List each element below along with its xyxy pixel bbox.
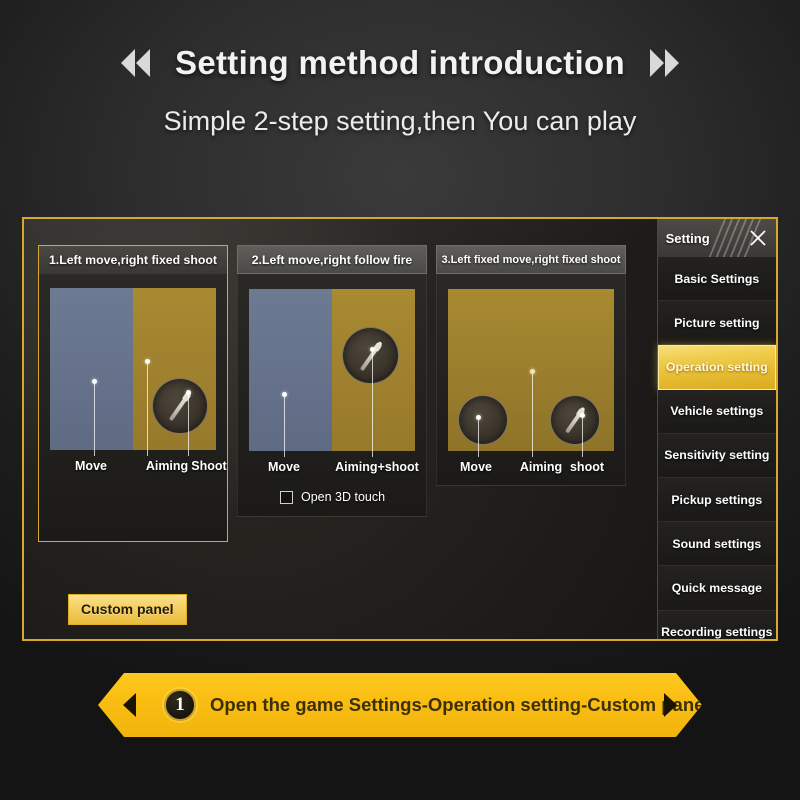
settings-sidebar: Setting Basic Settings Picture setting O…	[656, 219, 776, 639]
move-lead-line	[284, 397, 285, 457]
arrow-left-icon	[122, 692, 137, 718]
sidebar-item-sound-settings[interactable]: Sound settings	[657, 522, 776, 567]
aiming-lead-line	[147, 364, 148, 456]
move-lead-line	[478, 420, 479, 457]
card-1-label-aiming: Aiming	[145, 459, 189, 473]
settings-header-title: Setting	[665, 230, 710, 246]
card-3-body: Move Aiming shoot	[436, 274, 626, 486]
settings-header: Setting	[657, 219, 776, 257]
move-zone	[249, 289, 332, 451]
operation-mode-card-3[interactable]: 3.Left fixed move,right fixed shoot Move…	[436, 245, 626, 542]
page-title: Setting method introduction	[175, 44, 625, 81]
game-settings-panel: 1.Left move,right fixed shoot Move Aimin…	[22, 217, 778, 641]
aiming-shoot-joystick-icon	[342, 327, 399, 384]
aiming-shoot-lead-line	[372, 352, 373, 457]
sidebar-item-picture-setting[interactable]: Picture setting	[657, 301, 776, 346]
operation-mode-card-2[interactable]: 2.Left move,right follow fire Move Aimin…	[237, 245, 427, 542]
operation-mode-card-1[interactable]: 1.Left move,right fixed shoot Move Aimin…	[38, 245, 228, 542]
step-banner: 1 Open the game Settings-Operation setti…	[98, 673, 702, 737]
operation-mode-cards: 1.Left move,right fixed shoot Move Aimin…	[38, 245, 626, 542]
card-1-label-shoot: Shoot	[191, 459, 227, 473]
sidebar-item-recording-settings[interactable]: Recording settings	[657, 610, 776, 639]
double-chevron-left-icon	[121, 49, 151, 77]
open-3d-touch-label: Open 3D touch	[301, 490, 386, 504]
page-subtitle: Simple 2-step setting,then You can play	[163, 106, 637, 136]
arrow-right-icon	[663, 692, 678, 718]
sidebar-item-pickup-settings[interactable]: Pickup settings	[657, 477, 776, 523]
move-lead-line	[94, 384, 95, 456]
double-chevron-right-icon	[649, 49, 679, 77]
card-1-body: Move Aiming Shoot	[38, 274, 228, 542]
card-3-label-move: Move	[460, 460, 492, 474]
move-joystick-icon	[458, 395, 508, 445]
sidebar-item-quick-message[interactable]: Quick message	[657, 566, 776, 611]
card-1-title: 1.Left move,right fixed shoot	[38, 245, 228, 274]
page-header: Setting method introduction Simple 2-ste…	[0, 0, 800, 196]
step-banner-text: Open the game Settings-Operation setting…	[210, 694, 710, 715]
step-banner-wrap: 1 Open the game Settings-Operation setti…	[98, 673, 702, 737]
gun-icon	[359, 340, 382, 371]
shoot-joystick-icon	[550, 395, 600, 445]
custom-panel-button[interactable]: Custom panel	[68, 594, 187, 625]
open-3d-touch-row[interactable]: Open 3D touch	[280, 490, 385, 504]
card-2-screen-preview	[249, 289, 415, 451]
card-2-title: 2.Left move,right follow fire	[237, 245, 427, 274]
card-3-label-shoot: shoot	[569, 460, 605, 474]
card-3-title: 3.Left fixed move,right fixed shoot	[436, 245, 626, 274]
open-3d-touch-checkbox[interactable]	[280, 490, 293, 504]
title-row: Setting method introduction	[0, 0, 800, 82]
card-3-labels: Move Aiming shoot	[437, 460, 625, 474]
card-3-label-aiming: Aiming	[519, 460, 563, 474]
card-2-labels: Move Aiming+shoot	[238, 460, 426, 474]
card-1-labels: Move Aiming Shoot	[39, 459, 227, 473]
move-zone	[50, 288, 133, 450]
sidebar-item-basic-settings[interactable]: Basic Settings	[657, 257, 776, 302]
sidebar-item-vehicle-settings[interactable]: Vehicle settings	[657, 389, 776, 434]
step-number-badge: 1	[164, 689, 196, 721]
card-2-label-move: Move	[268, 460, 300, 474]
card-1-screen-preview	[50, 288, 216, 450]
shoot-joystick-icon	[152, 378, 208, 434]
aiming-shoot-zone	[332, 289, 415, 451]
close-x-icon[interactable]	[749, 229, 767, 247]
card-2-label-aiming-shoot: Aiming+shoot	[335, 460, 419, 474]
sidebar-item-operation-setting[interactable]: Operation setting	[657, 345, 776, 390]
aiming-lead-line	[532, 374, 533, 457]
card-2-body: Move Aiming+shoot Open 3D touch	[237, 274, 427, 517]
shoot-lead-line	[582, 418, 583, 457]
card-1-label-move: Move	[75, 459, 107, 473]
shoot-zone	[133, 288, 216, 450]
operation-mode-content-area: 1.Left move,right fixed shoot Move Aimin…	[24, 219, 657, 639]
shoot-lead-line	[188, 395, 189, 456]
sidebar-item-sensitivity-setting[interactable]: Sensitivity setting	[657, 433, 776, 478]
